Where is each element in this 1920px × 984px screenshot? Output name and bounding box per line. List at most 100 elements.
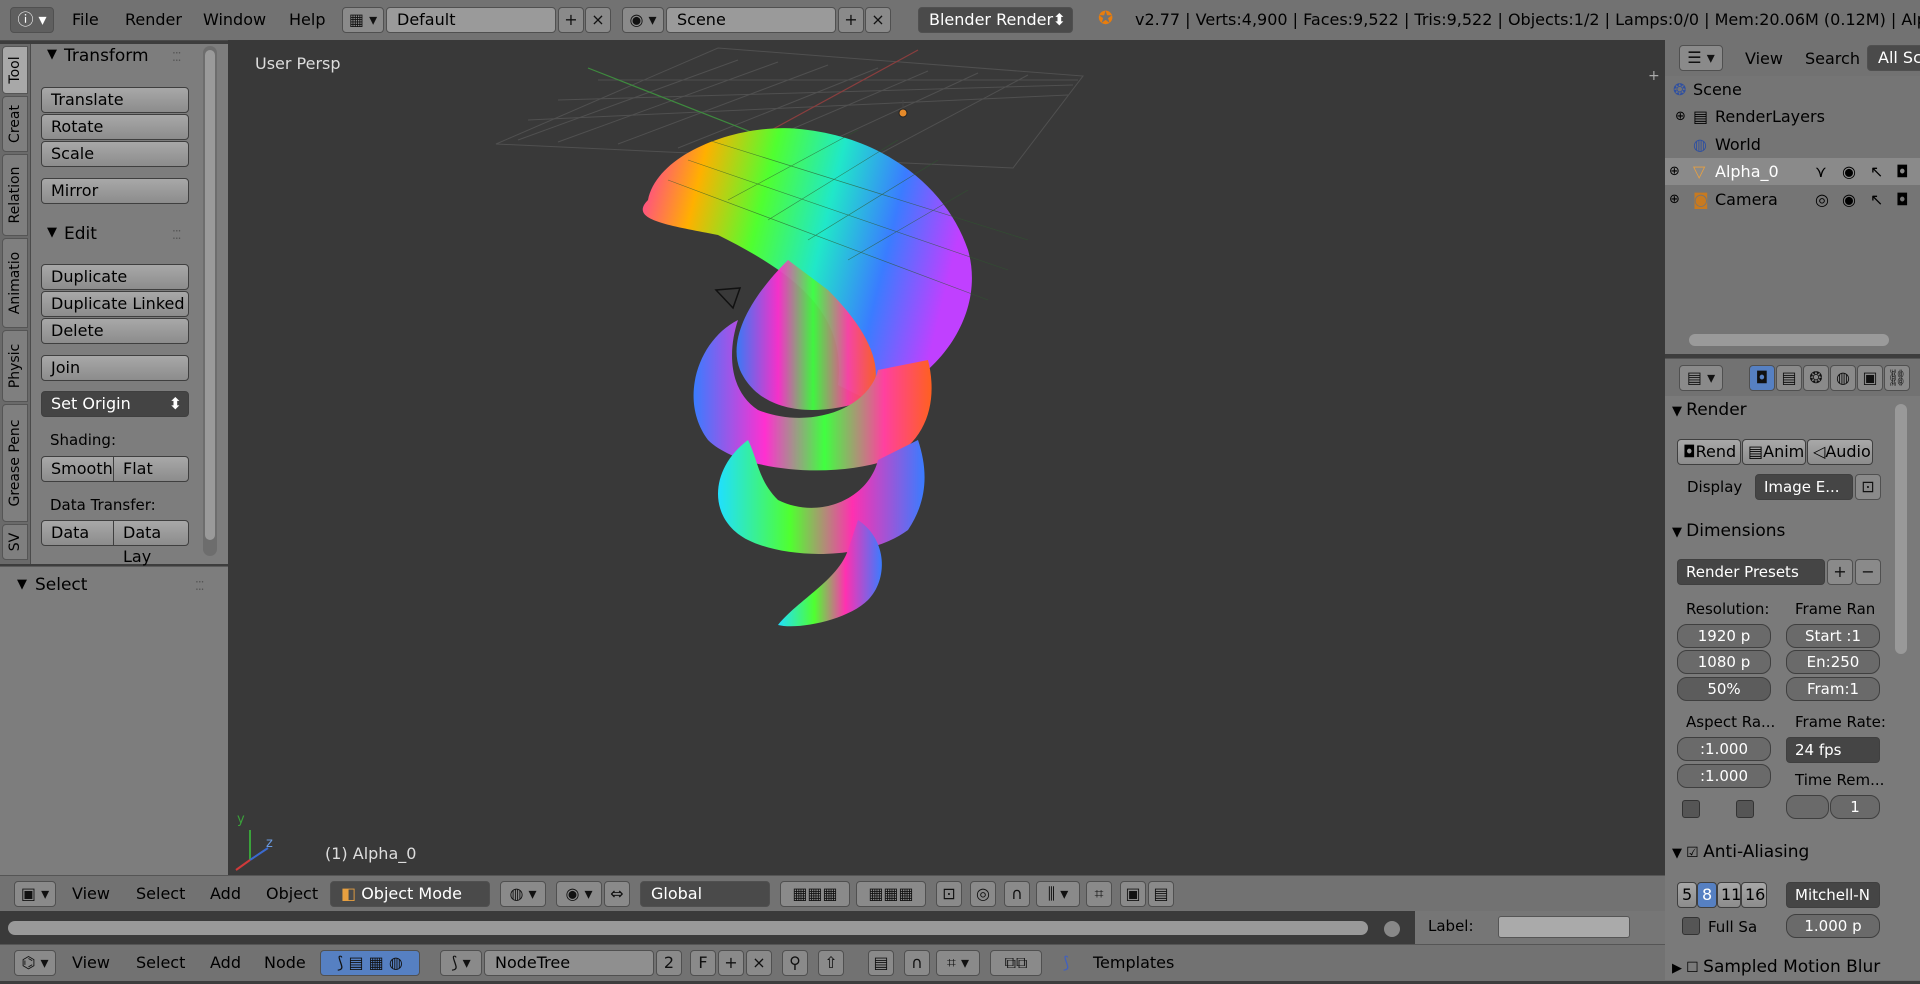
- anti-aliasing-section-header[interactable]: ▼ ☑ Anti-Aliasing: [1672, 837, 1908, 867]
- menu-render[interactable]: Render: [125, 10, 182, 29]
- select-panel-title[interactable]: Select: [35, 575, 87, 595]
- collapse-triangle-icon[interactable]: ▼: [17, 577, 27, 592]
- visibility-eye-icon[interactable]: ◉: [1842, 158, 1856, 185]
- renderable-camera-icon[interactable]: ◘: [1896, 158, 1909, 185]
- visibility-eye-icon[interactable]: ◉: [1842, 186, 1856, 213]
- editor-type-node-icon[interactable]: ⌬ ▾: [14, 950, 56, 976]
- outliner-row-world[interactable]: ◍ World: [1665, 131, 1920, 158]
- display-mode-select[interactable]: All Sc: [1867, 45, 1920, 71]
- scale-button[interactable]: Scale: [41, 141, 189, 167]
- transform-panel-title[interactable]: Transform: [64, 46, 149, 66]
- transform-orientation-select[interactable]: Global: [640, 881, 770, 907]
- filter-size-field[interactable]: 1.000 p: [1786, 914, 1880, 938]
- render-preview-icon[interactable]: ▣: [1120, 881, 1146, 907]
- render-animation-icon[interactable]: ▤: [1148, 881, 1174, 907]
- render-section-header[interactable]: ▼ Render: [1672, 395, 1908, 425]
- tab-tool[interactable]: Tool: [2, 46, 28, 94]
- data-layout-button[interactable]: Data Lay: [113, 520, 189, 566]
- layers-grid-icon[interactable]: ▦▦▦: [780, 881, 850, 907]
- expand-toggle-icon[interactable]: ⊕: [1669, 158, 1680, 185]
- full-sample-checkbox[interactable]: [1682, 917, 1700, 935]
- flat-shading-button[interactable]: Flat: [113, 456, 189, 482]
- scene-name-field[interactable]: Scene: [666, 7, 836, 33]
- dimensions-section-header[interactable]: ▼ Dimensions: [1672, 516, 1908, 546]
- snap-icon[interactable]: ∩: [904, 950, 930, 976]
- render-audio-button[interactable]: ◁Audio: [1807, 439, 1873, 465]
- time-remap-old-field[interactable]: [1786, 795, 1829, 819]
- tab-grease-pencil[interactable]: Grease Penc: [2, 404, 28, 522]
- menu-search[interactable]: Search: [1805, 49, 1860, 68]
- snap-target-icon[interactable]: ⌗: [1086, 881, 1112, 907]
- lock-interface-icon[interactable]: ⊡: [1855, 474, 1881, 500]
- frame-rate-select[interactable]: 24 fps: [1786, 737, 1880, 763]
- tab-animation[interactable]: Animatio: [2, 238, 28, 328]
- add-scene-icon[interactable]: +: [838, 7, 864, 33]
- snap-element-icon[interactable]: ⫼ ▾: [1036, 881, 1080, 907]
- editor-type-outliner-icon[interactable]: ☰ ▾: [1679, 45, 1723, 71]
- translate-button[interactable]: Translate: [41, 87, 189, 113]
- resolution-percent-field[interactable]: 50%: [1677, 677, 1771, 701]
- duplicate-linked-button[interactable]: Duplicate Linked: [41, 291, 189, 317]
- label-color-field[interactable]: [1498, 916, 1630, 938]
- 3d-viewport[interactable]: + y z: [228, 40, 1665, 875]
- menu-view[interactable]: View: [1745, 49, 1783, 68]
- snap-element-icon[interactable]: ⌗ ▾: [936, 950, 980, 976]
- menu-object[interactable]: Object: [266, 884, 318, 903]
- timeline-scrollbar[interactable]: [8, 921, 1368, 935]
- scene-tab-icon[interactable]: ❂: [1803, 365, 1829, 391]
- aspect-y-field[interactable]: :1.000: [1677, 764, 1771, 788]
- resolution-y-field[interactable]: 1080 p: [1677, 650, 1771, 674]
- display-select[interactable]: Image E...: [1755, 474, 1853, 500]
- expand-toggle-icon[interactable]: ⊕: [1669, 186, 1680, 213]
- render-engine-select[interactable]: Blender Render ⬍: [918, 7, 1073, 33]
- go-parent-icon[interactable]: ⇧: [818, 950, 844, 976]
- lock-layers-icon[interactable]: ⊡: [936, 881, 962, 907]
- menu-view[interactable]: View: [72, 884, 110, 903]
- time-remap-new-field[interactable]: 1: [1830, 795, 1880, 819]
- menu-select[interactable]: Select: [136, 884, 185, 903]
- viewport-shading-icon[interactable]: ◍ ▾: [500, 881, 546, 907]
- render-presets-select[interactable]: Render Presets: [1677, 559, 1825, 585]
- node-tree-browse-icon[interactable]: ⟆ ▾: [440, 950, 482, 976]
- add-preset-icon[interactable]: +: [1827, 559, 1853, 585]
- tab-physics[interactable]: Physic: [2, 330, 28, 402]
- object-tab-icon[interactable]: ▣: [1857, 365, 1883, 391]
- manipulator-icon[interactable]: ⇔: [604, 881, 630, 907]
- render-tab-icon[interactable]: ◘: [1749, 365, 1775, 391]
- fake-user-button[interactable]: F: [690, 950, 716, 976]
- mirror-button[interactable]: Mirror: [41, 178, 189, 204]
- editor-type-properties-icon[interactable]: ▤ ▾: [1679, 365, 1723, 391]
- layout-selector-icon[interactable]: ▦ ▾: [342, 7, 384, 33]
- menu-window[interactable]: Window: [203, 10, 266, 29]
- delete-button[interactable]: Delete: [41, 318, 189, 344]
- scroll-handle-icon[interactable]: [1384, 921, 1400, 937]
- selectable-cursor-icon[interactable]: ↖: [1870, 186, 1883, 213]
- toolshelf-scrollbar[interactable]: [203, 46, 217, 556]
- renderable-camera-icon[interactable]: ◘: [1896, 186, 1909, 213]
- menu-select[interactable]: Select: [136, 953, 185, 972]
- toggle-sidebar-icon[interactable]: +: [1648, 68, 1660, 84]
- constraints-tab-icon[interactable]: ⛓: [1884, 365, 1910, 391]
- render-animation-button[interactable]: ▤Anim: [1742, 439, 1806, 465]
- frame-step-field[interactable]: Fram:1: [1786, 677, 1880, 701]
- layout-name-field[interactable]: Default: [386, 7, 556, 33]
- scrollbar-thumb[interactable]: [205, 50, 215, 540]
- menu-help[interactable]: Help: [289, 10, 325, 29]
- set-origin-dropdown[interactable]: Set Origin ⬍: [41, 391, 189, 417]
- node-tree-users-count[interactable]: 2: [656, 950, 682, 976]
- snap-icon[interactable]: ∩: [1004, 881, 1030, 907]
- checkmark-icon[interactable]: ☑: [1686, 845, 1703, 861]
- data-transfer-button[interactable]: Data: [41, 520, 114, 546]
- tab-relation[interactable]: Relation: [2, 154, 28, 236]
- proportional-edit-icon[interactable]: ◎: [970, 881, 996, 907]
- aspect-x-field[interactable]: :1.000: [1677, 737, 1771, 761]
- remove-preset-icon[interactable]: −: [1855, 559, 1881, 585]
- start-frame-field[interactable]: Start :1: [1786, 624, 1880, 648]
- menu-view[interactable]: View: [72, 953, 110, 972]
- aa-samples-8[interactable]: 8: [1697, 882, 1717, 908]
- add-layout-icon[interactable]: +: [558, 7, 584, 33]
- aa-filter-select[interactable]: Mitchell-N: [1786, 882, 1880, 908]
- drag-grip-icon[interactable]: ⁚⁚⁚: [172, 50, 182, 64]
- selectable-cursor-icon[interactable]: ↖: [1870, 158, 1883, 185]
- editor-type-3d-icon[interactable]: ▣ ▾: [14, 881, 56, 907]
